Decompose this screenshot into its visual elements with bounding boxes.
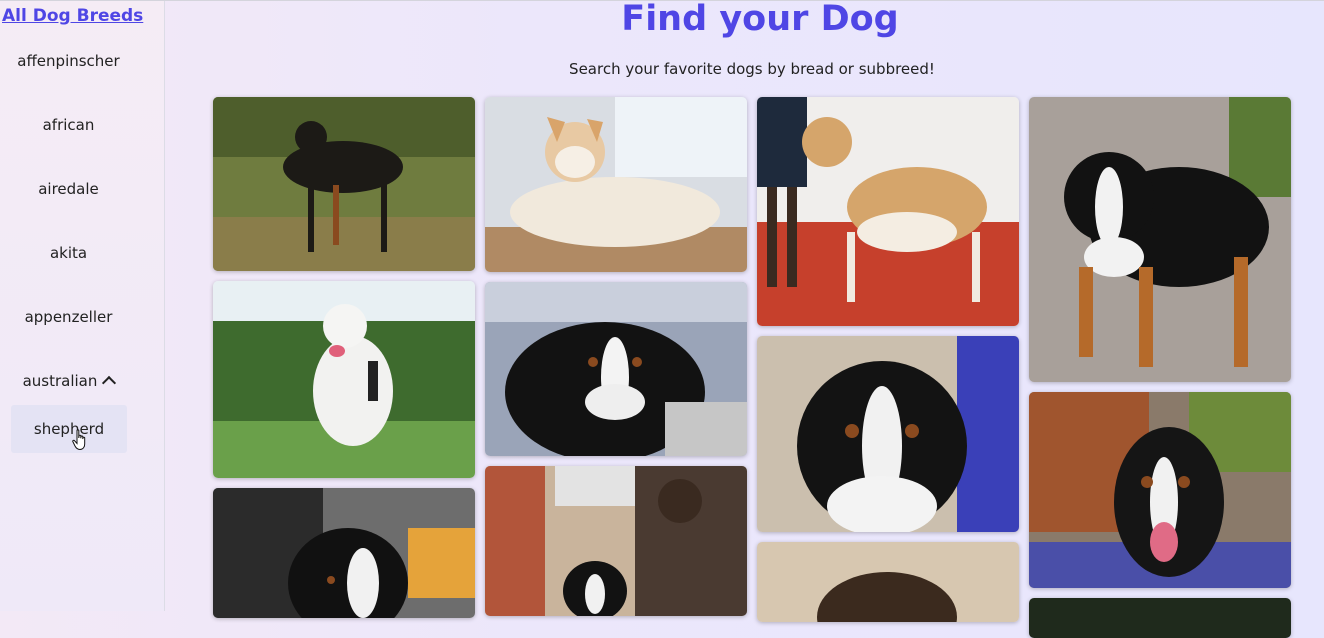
subbreed-item-shepherd[interactable]: shepherd (11, 405, 127, 453)
dog-photo-9[interactable] (213, 488, 475, 618)
page-subtitle: Search your favorite dogs by bread or su… (569, 60, 935, 78)
dog-photo-6[interactable] (485, 282, 747, 456)
sidebar-item-appenzeller[interactable]: appenzeller (0, 308, 137, 326)
all-breeds-link[interactable]: All Dog Breeds (2, 6, 143, 26)
page-title: Find your Dog (621, 0, 899, 39)
dog-photo-3[interactable] (757, 97, 1019, 326)
sidebar-item-label: australian (22, 372, 98, 390)
sidebar-item-affenpinscher[interactable]: affenpinscher (0, 52, 137, 70)
dog-photo-12[interactable] (1029, 598, 1291, 638)
sidebar-item-airedale[interactable]: airedale (0, 180, 137, 198)
hand-cursor-icon (72, 429, 86, 451)
chevron-up-icon (102, 375, 117, 391)
sidebar-item-african[interactable]: african (0, 116, 137, 134)
sidebar-item-australian[interactable]: australian (0, 372, 137, 391)
dog-photo-8[interactable] (1029, 392, 1291, 588)
dog-photo-4[interactable] (1029, 97, 1291, 382)
dog-photo-10[interactable] (485, 466, 747, 616)
dog-photo-2[interactable] (485, 97, 747, 272)
dog-photo-1[interactable] (213, 97, 475, 271)
dog-photo-11[interactable] (757, 542, 1019, 622)
sidebar-item-akita[interactable]: akita (0, 244, 137, 262)
breed-sidebar: All Dog Breeds affenpinscher african air… (0, 1, 165, 611)
dog-photo-7[interactable] (757, 336, 1019, 532)
dog-photo-5[interactable] (213, 281, 475, 478)
